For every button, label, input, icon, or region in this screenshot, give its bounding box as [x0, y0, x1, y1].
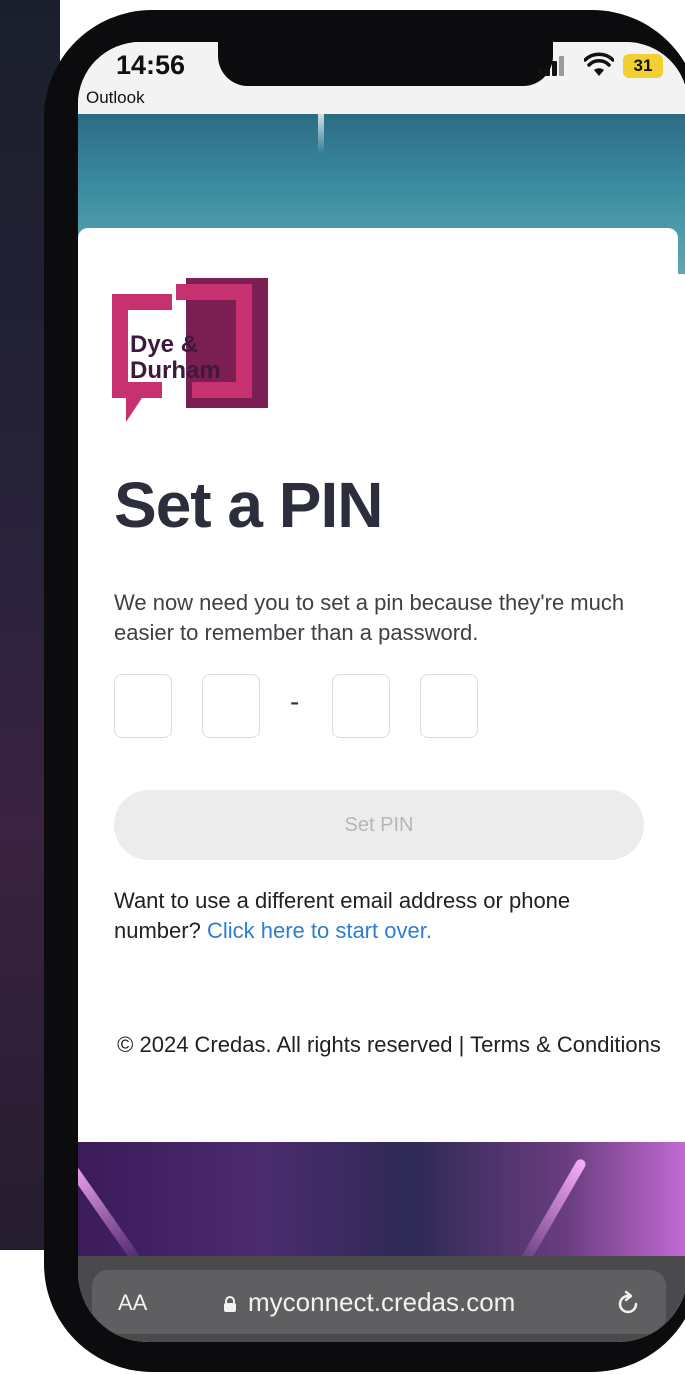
pin-digit-3[interactable] — [332, 674, 390, 738]
pin-digit-2[interactable] — [202, 674, 260, 738]
start-over-link[interactable]: Click here to start over. — [207, 918, 432, 943]
footer-copyright: © 2024 Credas. All rights reserved | Ter… — [117, 1032, 661, 1057]
url-text[interactable]: myconnect.credas.com — [248, 1287, 515, 1318]
pin-digit-4[interactable] — [420, 674, 478, 738]
logo-text-line2: Durham — [130, 357, 221, 384]
light-streak — [318, 114, 324, 154]
logo-text-line1: Dye & — [130, 331, 199, 358]
back-to-app-link[interactable]: Outlook — [86, 88, 145, 108]
camera-notch — [218, 42, 553, 86]
battery-indicator: 31 — [623, 54, 663, 78]
pin-separator: - — [290, 686, 300, 717]
phone-screen: 14:56 Outlook 31 Dye & Durham Set a PIN — [78, 42, 685, 1342]
light-streak-right — [518, 1157, 588, 1267]
reader-settings-button[interactable]: AA — [118, 1290, 147, 1316]
status-time: 14:56 — [116, 50, 186, 80]
cellular-signal-icon — [538, 56, 566, 76]
logo-wordmark: Dye & Durham — [130, 332, 221, 384]
lock-icon — [224, 1296, 236, 1312]
start-over-text: Want to use a different email address or… — [114, 886, 654, 946]
page-title: Set a PIN — [114, 469, 383, 541]
pin-digit-1[interactable] — [114, 674, 172, 738]
content-card: Dye & Durham Set a PIN We now need you t… — [78, 228, 678, 1143]
page-description: We now need you to set a pin because the… — [114, 590, 625, 645]
reload-icon[interactable] — [614, 1290, 642, 1318]
set-pin-button[interactable]: Set PIN — [114, 790, 644, 860]
status-bar: 14:56 Outlook 31 — [78, 42, 685, 114]
light-streak-left — [78, 1159, 142, 1265]
wifi-icon — [584, 52, 614, 76]
